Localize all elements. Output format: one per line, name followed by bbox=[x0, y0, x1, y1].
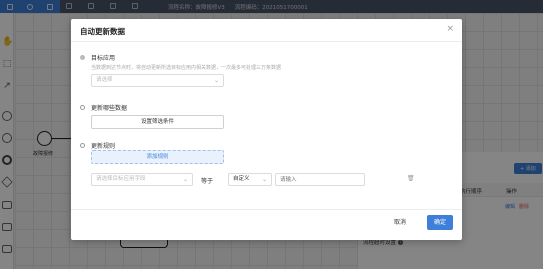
chevron-down-icon: ⌄ bbox=[261, 176, 267, 183]
value-mode-select[interactable]: 自定义 ⌄ bbox=[228, 173, 272, 186]
rules-step-icon bbox=[80, 143, 85, 148]
add-rule-button[interactable]: 添加规则 bbox=[91, 150, 224, 164]
set-filter-button[interactable]: 设置筛选条件 bbox=[91, 115, 224, 129]
cancel-button[interactable]: 取消 bbox=[394, 217, 406, 226]
close-icon[interactable]: × bbox=[446, 24, 454, 34]
delete-rule-icon[interactable]: 🗑 bbox=[407, 175, 415, 182]
value-mode-value: 自定义 bbox=[233, 176, 250, 182]
dialog-title: 自动更新数据 bbox=[80, 27, 125, 36]
chevron-down-icon: ⌄ bbox=[213, 77, 219, 84]
footer-divider bbox=[71, 209, 462, 210]
which-data-step-icon bbox=[80, 105, 85, 110]
confirm-button[interactable]: 确定 bbox=[427, 215, 453, 230]
target-app-title: 目标应用 bbox=[91, 55, 116, 62]
chevron-down-icon: ⌄ bbox=[182, 176, 188, 183]
header-divider bbox=[71, 41, 462, 42]
target-app-desc: 当数据到达节点时，将自动更新所选目标应用内相关数据，一次最多可处理三万条数据 bbox=[91, 65, 282, 71]
target-field-select[interactable]: 请选择目标应用字段 ⌄ bbox=[91, 173, 193, 186]
rule-value-input[interactable] bbox=[275, 173, 365, 186]
target-field-placeholder: 请选择目标应用字段 bbox=[96, 176, 146, 182]
equals-label: 等于 bbox=[201, 178, 214, 185]
auto-update-dialog: 自动更新数据 × 目标应用 当数据到达节点时，将自动更新所选目标应用内相关数据，… bbox=[71, 19, 462, 240]
which-data-title: 更新哪些数据 bbox=[91, 105, 128, 112]
target-app-placeholder: 请选择 bbox=[96, 77, 113, 83]
target-app-select[interactable]: 请选择 ⌄ bbox=[91, 74, 224, 87]
rules-title: 更新规则 bbox=[91, 143, 116, 150]
target-app-step-icon bbox=[80, 55, 85, 60]
